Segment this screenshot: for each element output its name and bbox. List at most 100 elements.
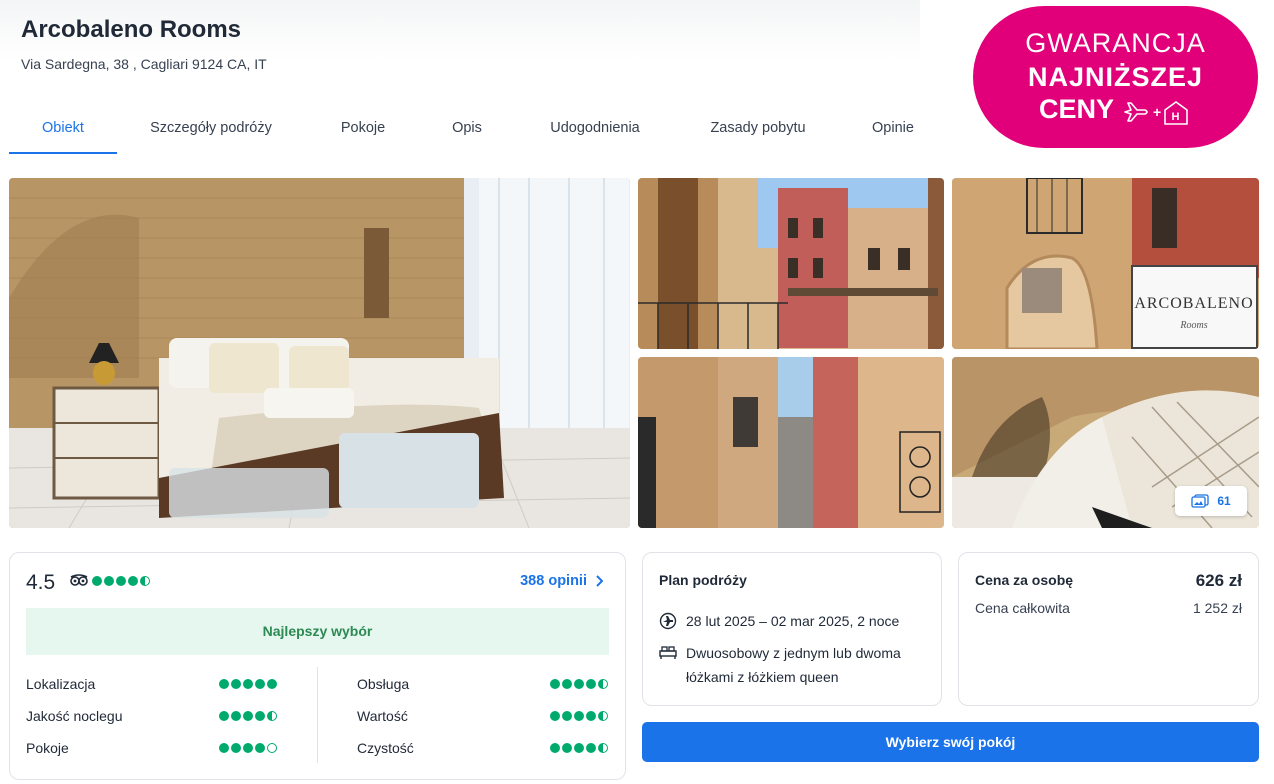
rating-dot xyxy=(243,743,253,753)
rating-dot xyxy=(140,576,150,586)
rating-dot xyxy=(574,743,584,753)
lowest-price-guarantee-badge[interactable]: GWARANCJA NAJNIŻSZEJ CENY + H xyxy=(973,6,1258,148)
price-per-person-value: 626 zł xyxy=(1195,571,1242,590)
rating-label: Obsługa xyxy=(357,676,410,692)
rating-dot xyxy=(243,679,253,689)
rating-dot xyxy=(267,679,277,689)
room-type-line-1: Dwuosobowy z jednym lub dwoma xyxy=(686,645,901,661)
photos-icon xyxy=(1191,494,1209,508)
hotel-name: Arcobaleno Rooms xyxy=(21,16,242,43)
rating-dot xyxy=(598,711,608,721)
rating-dots xyxy=(550,743,608,753)
main-photo-bedroom[interactable] xyxy=(9,178,630,528)
rating-dot xyxy=(219,743,229,753)
tab-opinie[interactable]: Opinie xyxy=(839,110,947,154)
tab-szczegoly-podrozy[interactable]: Szczegóły podróży xyxy=(117,110,305,154)
trip-plan-card: Plan podróży 28 lut 2025 – 02 mar 2025, … xyxy=(642,552,942,706)
rating-dot xyxy=(550,679,560,689)
plus-sign: + xyxy=(1153,104,1161,120)
overall-score: 4.5 xyxy=(26,571,56,594)
rating-dot xyxy=(562,679,572,689)
photo-hotel-sign[interactable]: ARCOBALENO Rooms xyxy=(952,178,1259,349)
rating-row-obsluga: Obsługa xyxy=(357,674,608,694)
rating-label: Pokoje xyxy=(26,740,69,756)
photo-balcony-street[interactable] xyxy=(638,178,944,349)
tab-pokoje[interactable]: Pokoje xyxy=(305,110,421,154)
sign-text: ARCOBALENO xyxy=(1134,295,1253,312)
room-type-line-2: łóżkami z łóżkiem queen xyxy=(686,669,839,685)
rating-dot xyxy=(255,679,265,689)
rating-dot xyxy=(586,743,596,753)
rating-dot xyxy=(586,711,596,721)
price-per-person-label: Cena za osobę xyxy=(975,572,1074,588)
tab-opis[interactable]: Opis xyxy=(421,110,513,154)
reviews-link[interactable]: 388 opinii xyxy=(520,573,603,589)
rating-label: Czystość xyxy=(357,740,414,756)
rating-dot xyxy=(586,679,596,689)
photo-count: 61 xyxy=(1217,494,1231,508)
trip-dates: 28 lut 2025 – 02 mar 2025, 2 noce xyxy=(686,613,900,629)
rating-dot xyxy=(267,743,277,753)
reviews-count: 388 opinii xyxy=(520,573,587,589)
room-type-row: Dwuosobowy z jednym lub dwoma łóżkami z … xyxy=(659,641,901,689)
rating-dot xyxy=(562,743,572,753)
badge-line-3: CENY xyxy=(1039,94,1115,124)
tab-udogodnienia[interactable]: Udogodnienia xyxy=(513,110,677,154)
rating-dot xyxy=(116,576,126,586)
rating-dot xyxy=(550,743,560,753)
badge-line-1: GWARANCJA xyxy=(1025,28,1206,58)
travel-calendar-icon xyxy=(659,612,677,630)
rating-dot xyxy=(574,711,584,721)
tripadvisor-owl-icon xyxy=(70,574,88,586)
trip-dates-row: 28 lut 2025 – 02 mar 2025, 2 noce xyxy=(659,609,899,633)
best-choice-banner: Najlepszy wybór xyxy=(26,608,609,655)
rating-dot xyxy=(92,576,102,586)
hotel-letter: H xyxy=(1172,111,1180,123)
rating-label: Wartość xyxy=(357,708,408,724)
trip-plan-title: Plan podróży xyxy=(659,572,747,588)
choose-room-button[interactable]: Wybierz swój pokój xyxy=(642,722,1259,762)
rating-dot xyxy=(231,711,241,721)
rating-divider xyxy=(317,667,318,763)
photo-pillows[interactable]: 61 xyxy=(952,357,1259,528)
section-tabs: Obiekt Szczegóły podróży Pokoje Opis Udo… xyxy=(9,110,947,154)
badge-line-2: NAJNIŻSZEJ xyxy=(1027,62,1204,92)
price-card: Cena za osobę 626 zł Cena całkowita 1 25… xyxy=(958,552,1259,706)
total-price-label: Cena całkowita xyxy=(975,600,1070,616)
rating-dot xyxy=(598,679,608,689)
rating-dot xyxy=(243,711,253,721)
total-price-value: 1 252 zł xyxy=(1192,600,1242,616)
rating-dot xyxy=(219,679,229,689)
rating-dots xyxy=(550,711,608,721)
tab-zasady-pobytu[interactable]: Zasady pobytu xyxy=(677,110,839,154)
rating-row-czystosc: Czystość xyxy=(357,738,608,758)
rating-dot xyxy=(255,711,265,721)
rating-dots xyxy=(219,711,277,721)
bed-icon xyxy=(659,646,677,659)
rating-dots xyxy=(550,679,608,689)
rating-dot xyxy=(574,679,584,689)
rating-dot xyxy=(128,576,138,586)
photo-count-button[interactable]: 61 xyxy=(1175,486,1247,516)
tab-obiekt[interactable]: Obiekt xyxy=(9,110,117,154)
rating-label: Jakość noclegu xyxy=(26,708,123,724)
hotel-icon: H xyxy=(1164,101,1188,125)
rating-row-jakosc-noclegu: Jakość noclegu xyxy=(26,706,277,726)
rating-dot xyxy=(598,743,608,753)
rating-dots xyxy=(219,743,277,753)
rating-row-lokalizacja: Lokalizacja xyxy=(26,674,277,694)
rating-dot xyxy=(255,743,265,753)
photo-narrow-street[interactable] xyxy=(638,357,944,528)
rating-dot xyxy=(231,743,241,753)
rating-dot xyxy=(219,711,229,721)
plane-icon xyxy=(1124,102,1148,122)
rating-dot xyxy=(562,711,572,721)
rating-dot xyxy=(550,711,560,721)
rating-label: Lokalizacja xyxy=(26,676,96,692)
rating-dot xyxy=(231,679,241,689)
overall-rating-dots xyxy=(92,576,150,586)
rating-dot xyxy=(267,711,277,721)
rating-card: 4.5 388 opinii Najlepszy wybór Lokalizac… xyxy=(9,552,626,780)
hotel-address: Via Sardegna, 38 , Cagliari 9124 CA, IT xyxy=(21,56,267,72)
rating-dots xyxy=(219,679,277,689)
